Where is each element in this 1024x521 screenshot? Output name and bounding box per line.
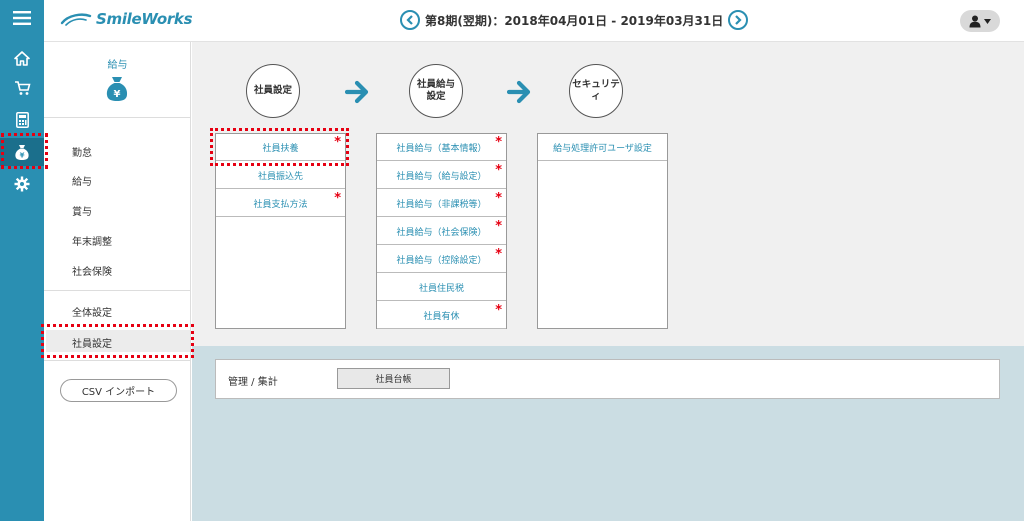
- employee-salary-list: 社員給与（基本情報） * 社員給与（給与設定） * 社員給与（非課税等） * 社…: [376, 133, 507, 329]
- gear-icon[interactable]: [0, 170, 44, 198]
- cart-icon[interactable]: [0, 74, 44, 102]
- app-logo[interactable]: SmileWorks: [60, 10, 193, 28]
- list-item-salary-config[interactable]: 社員給与（給与設定） *: [377, 162, 506, 189]
- fiscal-period-label: 第8期(翌期)：2018年04月01日 - 2019年03月31日: [425, 13, 724, 28]
- side-item-bonus[interactable]: 賞与: [72, 203, 92, 218]
- list-item-bank-account[interactable]: 社員振込先: [216, 162, 345, 189]
- side-item-social-insurance[interactable]: 社会保険: [72, 263, 112, 278]
- required-mark: *: [495, 219, 502, 234]
- list-item-resident-tax[interactable]: 社員住民税: [377, 274, 506, 301]
- list-item-label: 給与処理許可ユーザ設定: [553, 143, 652, 154]
- side-item-salary[interactable]: 給与: [72, 173, 92, 188]
- previous-period-button[interactable]: [400, 10, 420, 30]
- list-item-salary-social-insurance[interactable]: 社員給与（社会保険） *: [377, 218, 506, 245]
- list-item-label: 社員振込先: [257, 171, 303, 182]
- chevron-right-icon: [735, 15, 742, 25]
- step-label-line2: 設定: [426, 91, 446, 102]
- side-divider: [44, 290, 191, 291]
- logo-text: SmileWorks: [96, 10, 193, 28]
- step-security: セキュリティ: [569, 64, 623, 118]
- logo-swoosh-icon: [60, 13, 92, 26]
- list-item-label: 社員給与（給与設定）: [396, 171, 487, 182]
- list-item-label: 社員支払方法: [253, 199, 308, 210]
- money-bag-icon: ¥: [106, 77, 128, 101]
- category-label: 給与: [107, 60, 128, 71]
- list-item-label: 社員給与（基本情報）: [396, 143, 487, 154]
- top-header: SmileWorks 第8期(翌期)：2018年04月01日 - 2019年03…: [44, 0, 1024, 42]
- list-item-paid-leave[interactable]: 社員有休 *: [377, 302, 506, 329]
- arrow-right-icon: [507, 80, 531, 104]
- side-menu: 給与 ¥ 勤怠 給与 賞与 年末調整 社会保険 全体設定 社員設定 CSV イン…: [44, 42, 191, 521]
- period-selector: 第8期(翌期)：2018年04月01日 - 2019年03月31日: [400, 10, 749, 30]
- side-item-general-settings[interactable]: 全体設定: [72, 304, 112, 319]
- list-item-salary-basic[interactable]: 社員給与（基本情報） *: [377, 134, 506, 161]
- caret-down-icon: [984, 18, 991, 24]
- calculator-icon[interactable]: [0, 106, 44, 134]
- required-mark: *: [495, 191, 502, 206]
- side-item-year-end-adjustment[interactable]: 年末調整: [72, 233, 112, 248]
- side-item-active-bg: [46, 330, 190, 352]
- list-item-label: 社員扶養: [262, 143, 299, 154]
- step-employee-settings: 社員設定: [246, 64, 300, 118]
- next-period-button[interactable]: [728, 10, 749, 30]
- home-icon[interactable]: [0, 44, 44, 72]
- list-item-dependents[interactable]: 社員扶養 *: [216, 134, 345, 161]
- step-label-line1: 社員給与: [416, 79, 455, 90]
- list-item-payroll-permission-users[interactable]: 給与処理許可ユーザ設定: [538, 134, 667, 161]
- required-mark: *: [334, 135, 341, 150]
- list-item-label: 社員住民税: [418, 283, 464, 294]
- list-item-label: 社員給与（社会保険）: [396, 227, 487, 238]
- employee-register-button[interactable]: 社員台帳: [337, 368, 450, 389]
- employee-settings-list: 社員扶養 * 社員振込先 社員支払方法 *: [215, 133, 346, 329]
- step-employee-salary-settings: 社員給与 設定: [409, 64, 463, 118]
- required-mark: *: [495, 135, 502, 150]
- user-menu-button[interactable]: [960, 10, 1000, 32]
- list-item-label: 社員給与（非課税等）: [396, 199, 487, 210]
- list-item-payment-method[interactable]: 社員支払方法 *: [216, 190, 345, 217]
- security-list: 給与処理許可ユーザ設定: [537, 133, 668, 329]
- side-item-attendance[interactable]: 勤怠: [72, 144, 92, 159]
- menu-icon[interactable]: [0, 4, 44, 32]
- required-mark: *: [495, 163, 502, 178]
- list-item-salary-deductions[interactable]: 社員給与（控除設定） *: [377, 246, 506, 273]
- step-label: セキュリティ: [572, 79, 620, 102]
- side-divider: [44, 360, 191, 361]
- list-item-salary-tax-exempt[interactable]: 社員給与（非課税等） *: [377, 190, 506, 217]
- list-item-label: 社員有休: [423, 311, 460, 322]
- money-bag-icon[interactable]: ¥: [0, 138, 44, 166]
- csv-import-button[interactable]: CSV インポート: [60, 379, 177, 402]
- required-mark: *: [495, 303, 502, 318]
- required-mark: *: [334, 191, 341, 206]
- management-label: 管理 / 集計: [228, 377, 278, 388]
- management-panel: 管理 / 集計 社員台帳: [215, 359, 1000, 399]
- svg-text:¥: ¥: [114, 89, 121, 100]
- step-label: 社員設定: [253, 85, 292, 96]
- list-item-label: 社員給与（控除設定）: [396, 255, 487, 266]
- svg-text:¥: ¥: [20, 152, 25, 160]
- icon-rail: ¥: [0, 0, 44, 521]
- arrow-right-icon: [345, 80, 369, 104]
- user-icon: [969, 15, 981, 27]
- required-mark: *: [495, 247, 502, 262]
- side-item-employee-settings[interactable]: 社員設定: [72, 335, 112, 350]
- chevron-left-icon: [406, 15, 413, 25]
- category-header: 給与 ¥: [44, 42, 191, 118]
